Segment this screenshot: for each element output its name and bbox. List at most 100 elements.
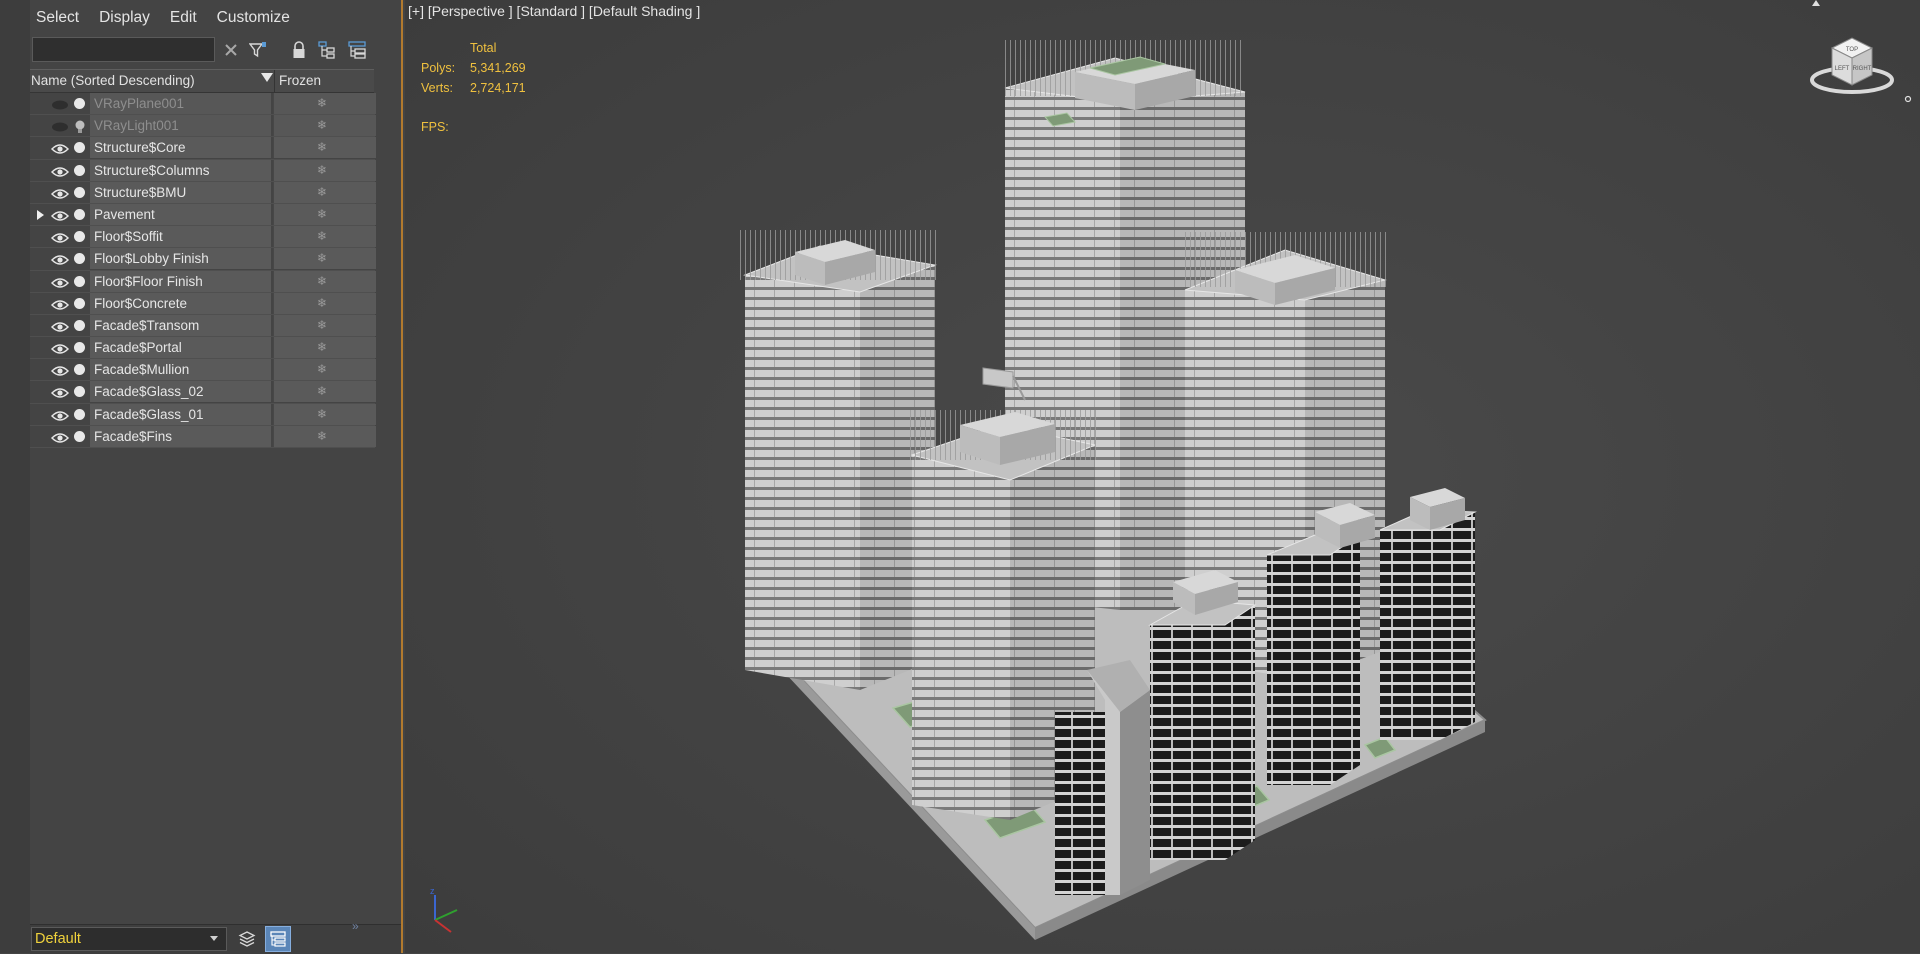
renderable-icon[interactable] (74, 208, 85, 220)
snowflake-icon[interactable]: ❄ (317, 251, 327, 265)
object-name: Floor$Lobby Finish (94, 251, 209, 267)
viewport-label-menu[interactable]: [+] [Perspective ] [Standard ] [Default … (408, 3, 700, 19)
viewcube-left-label: LEFT (1835, 66, 1850, 72)
snowflake-icon[interactable]: ❄ (317, 296, 327, 310)
renderable-icon[interactable] (74, 142, 85, 154)
column-frozen-header[interactable]: Frozen (279, 73, 321, 88)
chevron-down-icon[interactable] (210, 936, 218, 941)
light-bulb-icon[interactable] (74, 120, 85, 134)
renderable-icon[interactable] (74, 342, 85, 354)
expand-arrow-icon[interactable] (37, 209, 44, 220)
search-input[interactable] (32, 37, 215, 62)
snowflake-icon[interactable]: ❄ (317, 384, 327, 398)
eye-icon[interactable] (50, 142, 70, 155)
snowflake-icon[interactable]: ❄ (317, 340, 327, 354)
object-name: VRayPlane001 (94, 96, 185, 111)
layer-hierarchy-icon[interactable] (345, 38, 369, 62)
snowflake-icon[interactable]: ❄ (317, 96, 327, 110)
list-item[interactable]: Facade$Fins ❄ (30, 425, 376, 448)
menu-select[interactable]: Select (30, 9, 85, 27)
renderable-icon[interactable] (74, 186, 85, 198)
snowflake-icon[interactable]: ❄ (317, 118, 327, 132)
object-name: Floor$Floor Finish (94, 273, 203, 289)
renderable-icon[interactable] (74, 386, 85, 398)
renderable-icon[interactable] (74, 430, 85, 442)
filter-icon[interactable] (246, 38, 270, 62)
eye-icon[interactable] (50, 276, 70, 288)
viewcube-right-label: RIGHT (1853, 66, 1872, 72)
eye-icon[interactable] (50, 342, 70, 354)
list-item[interactable]: Facade$Portal ❄ (30, 337, 376, 360)
clear-search-icon[interactable] (219, 38, 243, 62)
snowflake-icon[interactable]: ❄ (317, 274, 327, 288)
object-name: Structure$Core (94, 140, 186, 156)
renderable-icon[interactable] (74, 364, 85, 376)
eye-icon[interactable] (50, 364, 70, 376)
list-item[interactable]: Facade$Glass_02 ❄ (30, 381, 376, 404)
list-item[interactable]: Floor$Floor Finish ❄ (30, 270, 376, 293)
column-divider[interactable] (274, 70, 275, 92)
snowflake-icon[interactable]: ❄ (317, 429, 327, 443)
list-item[interactable]: Floor$Soffit ❄ (30, 226, 376, 249)
eye-icon[interactable] (50, 386, 70, 399)
list-item[interactable]: Floor$Lobby Finish ❄ (30, 248, 376, 271)
perspective-viewport[interactable]: TOP LEFT RIGHT z [+] [Perspective ] [Sta… (405, 0, 1920, 953)
list-item[interactable]: Floor$Concrete ❄ (30, 292, 376, 315)
list-item[interactable]: Structure$Core ❄ (30, 137, 376, 160)
menu-display[interactable]: Display (93, 9, 156, 27)
hierarchy-icon[interactable] (315, 38, 339, 62)
list-item[interactable]: Structure$Columns ❄ (30, 159, 376, 182)
snowflake-icon[interactable]: ❄ (317, 318, 327, 332)
renderable-icon[interactable] (74, 408, 85, 420)
renderable-icon[interactable] (74, 253, 85, 265)
eye-icon[interactable] (50, 209, 70, 221)
eye-icon[interactable] (50, 187, 70, 199)
eye-icon[interactable] (50, 320, 70, 332)
svg-text:z: z (430, 886, 435, 896)
eye-icon[interactable] (50, 298, 70, 310)
eye-icon[interactable] (50, 231, 70, 243)
renderable-icon[interactable] (74, 231, 85, 243)
list-item[interactable]: Pavement ❄ (30, 203, 376, 227)
renderable-icon[interactable] (74, 297, 85, 309)
object-name: Facade$Glass_01 (94, 406, 204, 422)
snowflake-icon[interactable]: ❄ (317, 185, 327, 199)
explorer-bottom-bar: Default (30, 924, 401, 954)
renderable-icon[interactable] (74, 98, 85, 109)
renderable-icon[interactable] (74, 319, 85, 331)
lock-icon[interactable] (287, 38, 311, 62)
list-item[interactable]: Structure$BMU ❄ (30, 181, 376, 204)
snowflake-icon[interactable]: ❄ (317, 163, 327, 177)
list-item[interactable]: Facade$Transom ❄ (30, 314, 376, 338)
layer-dropdown[interactable]: Default (31, 927, 227, 951)
menu-edit[interactable]: Edit (164, 9, 203, 27)
layers-button[interactable] (234, 926, 260, 952)
panel-gutter (0, 0, 30, 953)
renderable-icon[interactable] (74, 164, 85, 176)
column-name-header[interactable]: Name (Sorted Descending) (31, 73, 195, 88)
object-name: VRayLight001 (94, 118, 179, 134)
list-item[interactable]: Facade$Glass_01 ❄ (30, 403, 376, 426)
explorer-column-header: Name (Sorted Descending) Frozen (30, 69, 374, 93)
eye-icon[interactable] (50, 253, 70, 266)
snowflake-icon[interactable]: ❄ (317, 140, 327, 154)
hidden-eye-icon[interactable] (51, 120, 69, 132)
eye-icon[interactable] (50, 165, 70, 177)
snowflake-icon[interactable]: ❄ (317, 362, 327, 376)
list-item[interactable]: VRayPlane001 ❄ (30, 93, 376, 116)
renderable-icon[interactable] (74, 275, 85, 287)
snowflake-icon[interactable]: ❄ (317, 229, 327, 243)
sort-descending-icon[interactable] (261, 73, 273, 82)
hidden-eye-icon[interactable] (51, 98, 69, 110)
eye-icon[interactable] (50, 409, 70, 421)
list-item[interactable]: VRayLight001 ❄ (30, 115, 376, 138)
snowflake-icon[interactable]: ❄ (317, 207, 327, 221)
eye-icon[interactable] (50, 431, 70, 443)
menu-customize[interactable]: Customize (211, 9, 296, 27)
snowflake-icon[interactable]: ❄ (317, 407, 327, 421)
collapse-panel-icon[interactable]: » (352, 919, 359, 933)
object-name: Floor$Soffit (94, 229, 163, 245)
list-item[interactable]: Facade$Mullion ❄ (30, 359, 376, 382)
sort-button[interactable] (265, 926, 291, 952)
scene-explorer-panel: Select Display Edit Customize Name (Sort… (0, 0, 403, 954)
